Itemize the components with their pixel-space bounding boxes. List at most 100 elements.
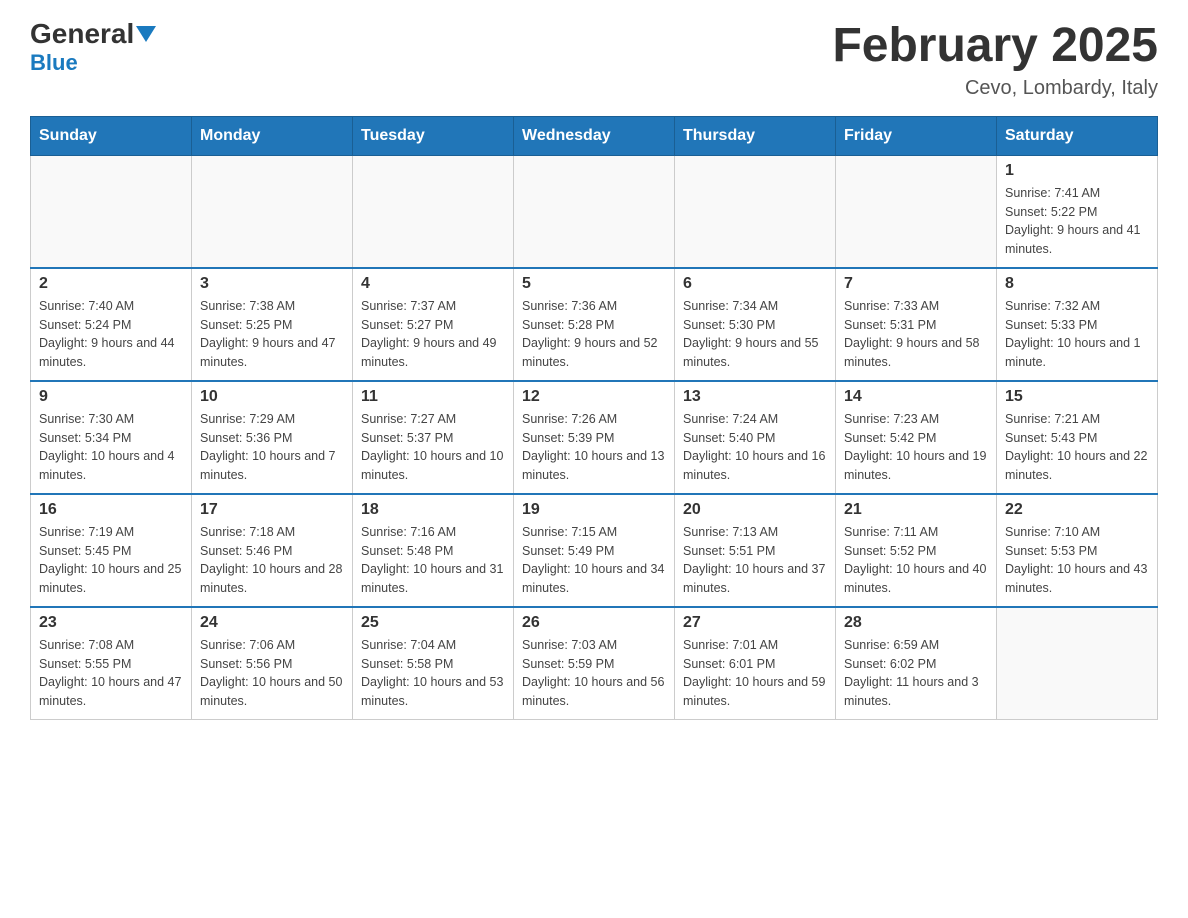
day-number: 9 [39, 388, 183, 406]
table-row: 28 Sunrise: 6:59 AM Sunset: 6:02 PM Dayli… [836, 607, 997, 720]
calendar-header-row: Sunday Monday Tuesday Wednesday Thursday… [31, 116, 1158, 155]
col-thursday: Thursday [675, 116, 836, 155]
day-info: Sunrise: 7:08 AM Sunset: 5:55 PM Dayligh… [39, 636, 183, 711]
day-info: Sunrise: 7:34 AM Sunset: 5:30 PM Dayligh… [683, 297, 827, 372]
day-info: Sunrise: 6:59 AM Sunset: 6:02 PM Dayligh… [844, 636, 988, 711]
calendar-table: Sunday Monday Tuesday Wednesday Thursday… [30, 116, 1158, 720]
table-row: 13 Sunrise: 7:24 AM Sunset: 5:40 PM Dayli… [675, 381, 836, 494]
day-info: Sunrise: 7:03 AM Sunset: 5:59 PM Dayligh… [522, 636, 666, 711]
calendar-week-row: 23Sunrise: 7:08 AM Sunset: 5:55 PM Dayli… [31, 607, 1158, 720]
table-row [353, 155, 514, 268]
day-info: Sunrise: 7:18 AM Sunset: 5:46 PM Dayligh… [200, 523, 344, 598]
day-number: 1 [1005, 162, 1149, 180]
day-number: 4 [361, 275, 505, 293]
table-row: 16Sunrise: 7:19 AM Sunset: 5:45 PM Dayli… [31, 494, 192, 607]
day-info: Sunrise: 7:10 AM Sunset: 5:53 PM Dayligh… [1005, 523, 1149, 598]
table-row: 24 Sunrise: 7:06 AM Sunset: 5:56 PM Dayli… [192, 607, 353, 720]
day-number: 7 [844, 275, 988, 293]
table-row: 21 Sunrise: 7:11 AM Sunset: 5:52 PM Dayli… [836, 494, 997, 607]
location-subtitle: Cevo, Lombardy, Italy [832, 77, 1158, 100]
table-row: 26 Sunrise: 7:03 AM Sunset: 5:59 PM Dayli… [514, 607, 675, 720]
table-row: 2 Sunrise: 7:40 AM Sunset: 5:24 PM Daylig… [31, 268, 192, 381]
day-info: Sunrise: 7:04 AM Sunset: 5:58 PM Dayligh… [361, 636, 505, 711]
table-row: 20Sunrise: 7:13 AM Sunset: 5:51 PM Dayli… [675, 494, 836, 607]
title-block: February 2025 Cevo, Lombardy, Italy [832, 20, 1158, 100]
day-number: 2 [39, 275, 183, 293]
col-sunday: Sunday [31, 116, 192, 155]
day-info: Sunrise: 7:16 AM Sunset: 5:48 PM Dayligh… [361, 523, 505, 598]
table-row: 12 Sunrise: 7:26 AM Sunset: 5:39 PM Dayli… [514, 381, 675, 494]
table-row [192, 155, 353, 268]
day-info: Sunrise: 7:15 AM Sunset: 5:49 PM Dayligh… [522, 523, 666, 598]
day-info: Sunrise: 7:38 AM Sunset: 5:25 PM Dayligh… [200, 297, 344, 372]
table-row: 25 Sunrise: 7:04 AM Sunset: 5:58 PM Dayli… [353, 607, 514, 720]
calendar-week-row: 16Sunrise: 7:19 AM Sunset: 5:45 PM Dayli… [31, 494, 1158, 607]
day-number: 28 [844, 614, 988, 632]
logo: General Blue [30, 20, 156, 76]
col-saturday: Saturday [997, 116, 1158, 155]
table-row: 7 Sunrise: 7:33 AM Sunset: 5:31 PM Daylig… [836, 268, 997, 381]
day-number: 15 [1005, 388, 1149, 406]
day-number: 10 [200, 388, 344, 406]
day-info: Sunrise: 7:33 AM Sunset: 5:31 PM Dayligh… [844, 297, 988, 372]
calendar-week-row: 1 Sunrise: 7:41 AM Sunset: 5:22 PM Daylig… [31, 155, 1158, 268]
table-row [675, 155, 836, 268]
day-number: 13 [683, 388, 827, 406]
day-number: 17 [200, 501, 344, 519]
day-info: Sunrise: 7:27 AM Sunset: 5:37 PM Dayligh… [361, 410, 505, 485]
table-row: 8Sunrise: 7:32 AM Sunset: 5:33 PM Daylig… [997, 268, 1158, 381]
day-info: Sunrise: 7:37 AM Sunset: 5:27 PM Dayligh… [361, 297, 505, 372]
table-row: 5 Sunrise: 7:36 AM Sunset: 5:28 PM Daylig… [514, 268, 675, 381]
table-row [997, 607, 1158, 720]
day-number: 25 [361, 614, 505, 632]
day-number: 6 [683, 275, 827, 293]
day-number: 27 [683, 614, 827, 632]
day-number: 5 [522, 275, 666, 293]
table-row [514, 155, 675, 268]
day-number: 22 [1005, 501, 1149, 519]
day-info: Sunrise: 7:24 AM Sunset: 5:40 PM Dayligh… [683, 410, 827, 485]
day-info: Sunrise: 7:11 AM Sunset: 5:52 PM Dayligh… [844, 523, 988, 598]
col-monday: Monday [192, 116, 353, 155]
day-number: 24 [200, 614, 344, 632]
day-number: 14 [844, 388, 988, 406]
table-row: 3 Sunrise: 7:38 AM Sunset: 5:25 PM Daylig… [192, 268, 353, 381]
table-row: 22 Sunrise: 7:10 AM Sunset: 5:53 PM Dayli… [997, 494, 1158, 607]
table-row: 1 Sunrise: 7:41 AM Sunset: 5:22 PM Daylig… [997, 155, 1158, 268]
day-number: 20 [683, 501, 827, 519]
day-number: 12 [522, 388, 666, 406]
page-header: General Blue February 2025 Cevo, Lombard… [30, 20, 1158, 100]
day-info: Sunrise: 7:06 AM Sunset: 5:56 PM Dayligh… [200, 636, 344, 711]
day-info: Sunrise: 7:26 AM Sunset: 5:39 PM Dayligh… [522, 410, 666, 485]
logo-blue: Blue [30, 50, 78, 76]
table-row: 23Sunrise: 7:08 AM Sunset: 5:55 PM Dayli… [31, 607, 192, 720]
table-row: 9Sunrise: 7:30 AM Sunset: 5:34 PM Daylig… [31, 381, 192, 494]
day-number: 26 [522, 614, 666, 632]
table-row: 17 Sunrise: 7:18 AM Sunset: 5:46 PM Dayli… [192, 494, 353, 607]
table-row: 19 Sunrise: 7:15 AM Sunset: 5:49 PM Dayli… [514, 494, 675, 607]
calendar-week-row: 9Sunrise: 7:30 AM Sunset: 5:34 PM Daylig… [31, 381, 1158, 494]
day-number: 21 [844, 501, 988, 519]
table-row: 14Sunrise: 7:23 AM Sunset: 5:42 PM Dayli… [836, 381, 997, 494]
table-row: 27Sunrise: 7:01 AM Sunset: 6:01 PM Dayli… [675, 607, 836, 720]
table-row: 15 Sunrise: 7:21 AM Sunset: 5:43 PM Dayli… [997, 381, 1158, 494]
calendar-week-row: 2 Sunrise: 7:40 AM Sunset: 5:24 PM Daylig… [31, 268, 1158, 381]
day-number: 19 [522, 501, 666, 519]
month-title: February 2025 [832, 20, 1158, 73]
day-info: Sunrise: 7:29 AM Sunset: 5:36 PM Dayligh… [200, 410, 344, 485]
table-row: 10 Sunrise: 7:29 AM Sunset: 5:36 PM Dayli… [192, 381, 353, 494]
col-wednesday: Wednesday [514, 116, 675, 155]
day-info: Sunrise: 7:40 AM Sunset: 5:24 PM Dayligh… [39, 297, 183, 372]
table-row: 18 Sunrise: 7:16 AM Sunset: 5:48 PM Dayli… [353, 494, 514, 607]
day-number: 18 [361, 501, 505, 519]
table-row: 4 Sunrise: 7:37 AM Sunset: 5:27 PM Daylig… [353, 268, 514, 381]
table-row: 6 Sunrise: 7:34 AM Sunset: 5:30 PM Daylig… [675, 268, 836, 381]
table-row: 11Sunrise: 7:27 AM Sunset: 5:37 PM Dayli… [353, 381, 514, 494]
logo-general: General [30, 20, 156, 48]
day-info: Sunrise: 7:21 AM Sunset: 5:43 PM Dayligh… [1005, 410, 1149, 485]
day-number: 3 [200, 275, 344, 293]
day-info: Sunrise: 7:32 AM Sunset: 5:33 PM Dayligh… [1005, 297, 1149, 372]
day-info: Sunrise: 7:36 AM Sunset: 5:28 PM Dayligh… [522, 297, 666, 372]
day-info: Sunrise: 7:41 AM Sunset: 5:22 PM Dayligh… [1005, 184, 1149, 259]
col-tuesday: Tuesday [353, 116, 514, 155]
